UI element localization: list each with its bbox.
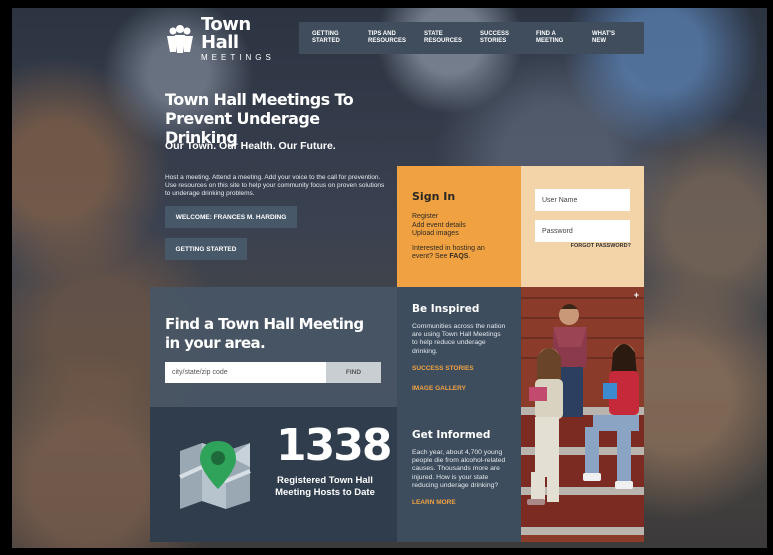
faqs-link[interactable]: FAQS [449,253,468,260]
nav-label-line2: MEETING [536,38,564,44]
nav-find-meeting[interactable]: FIND A MEETING [523,31,579,45]
nav-label-line1: FIND A [536,31,556,37]
nav-label-line1: WHAT'S [592,31,615,37]
signin-heading: Sign In [412,190,456,203]
hero-description: Host a meeting. Attend a meeting. Add yo… [165,174,385,197]
learn-more-link[interactable]: LEARN MORE [412,499,506,506]
map-pin-icon [178,437,260,518]
location-search-input[interactable]: city/state/zip code [165,362,326,383]
find-meeting-panel: Find a Town Hall Meeting in your area. c… [150,287,397,407]
username-field[interactable]: User Name [535,189,630,211]
password-field[interactable]: Password [535,220,630,242]
get-informed-panel: Get Informed Each year, about 4,700 youn… [397,407,521,542]
nav-label-line2: RESOURCES [424,38,463,44]
nav-label-line1: TIPS AND [368,31,396,37]
nav-getting-started[interactable]: GETTING STARTED [299,31,355,45]
hero-tagline: Our Town. Our Health. Our Future. [165,140,336,152]
be-inspired-panel: Be Inspired Communities across the natio… [397,287,521,407]
nav-label-line2: RESOURCES [368,38,407,44]
inspired-text: Communities across the nation are using … [412,323,506,355]
page-frame: Town Hall MEETINGS GETTING STARTED TIPS A… [12,8,767,548]
expand-icon[interactable]: + [634,290,639,300]
hosting-text-end: . [468,253,471,260]
inspired-heading: Be Inspired [412,303,480,315]
nav-label-line1: SUCCESS [480,31,510,37]
find-button[interactable]: FIND [326,362,381,383]
nav-label-line1: GETTING [312,31,339,37]
registered-hosts-panel: 1338 Registered Town Hall Meeting Hosts … [150,407,397,542]
hosts-count: 1338 [276,420,392,471]
welcome-user-button[interactable]: WELCOME: FRANCES M. HARDING [165,206,297,228]
site-logo[interactable]: Town Hall MEETINGS [165,16,285,62]
nav-label-line2: STARTED [312,38,340,44]
hosts-count-label: Registered Town Hall Meeting Hosts to Da… [275,475,375,498]
students-photo: + [521,287,644,542]
getting-started-button[interactable]: GETTING STARTED [165,238,247,260]
nav-label-line1: STATE [424,31,443,37]
informed-heading: Get Informed [412,429,491,441]
success-stories-link[interactable]: SUCCESS STORIES [412,365,506,372]
signin-panel: Sign In Register Add event details Uploa… [397,166,521,287]
main-nav: GETTING STARTED TIPS AND RESOURCES STATE RE… [299,22,644,54]
forgot-password-link[interactable]: FORGOT PASSWORD? [571,243,631,249]
hosting-info: Interested in hosting an event? See FAQS… [412,245,506,262]
image-gallery-link[interactable]: IMAGE GALLERY [412,385,506,392]
nav-tips-resources[interactable]: TIPS AND RESOURCES [355,31,411,45]
nav-label-line2: STORIES [480,38,507,44]
login-form: User Name Password FORGOT PASSWORD? [521,166,644,287]
informed-text: Each year, about 4,700 young people die … [412,449,506,489]
upload-images-link[interactable]: Upload images [412,230,506,239]
add-event-details-link[interactable]: Add event details [412,222,506,231]
people-logo-icon [165,24,195,54]
nav-state-resources[interactable]: STATE RESOURCES [411,31,467,45]
hero-title: Town Hall Meetings To Prevent Underage D… [165,90,354,147]
nav-label-line2: NEW [592,38,606,44]
logo-subtitle: MEETINGS [201,53,275,62]
register-link[interactable]: Register [412,213,506,222]
nav-success-stories[interactable]: SUCCESS STORIES [467,31,523,45]
nav-whats-new[interactable]: WHAT'S NEW [579,31,635,45]
find-heading: Find a Town Hall Meeting in your area. [165,315,364,352]
logo-title: Town Hall [201,14,251,53]
